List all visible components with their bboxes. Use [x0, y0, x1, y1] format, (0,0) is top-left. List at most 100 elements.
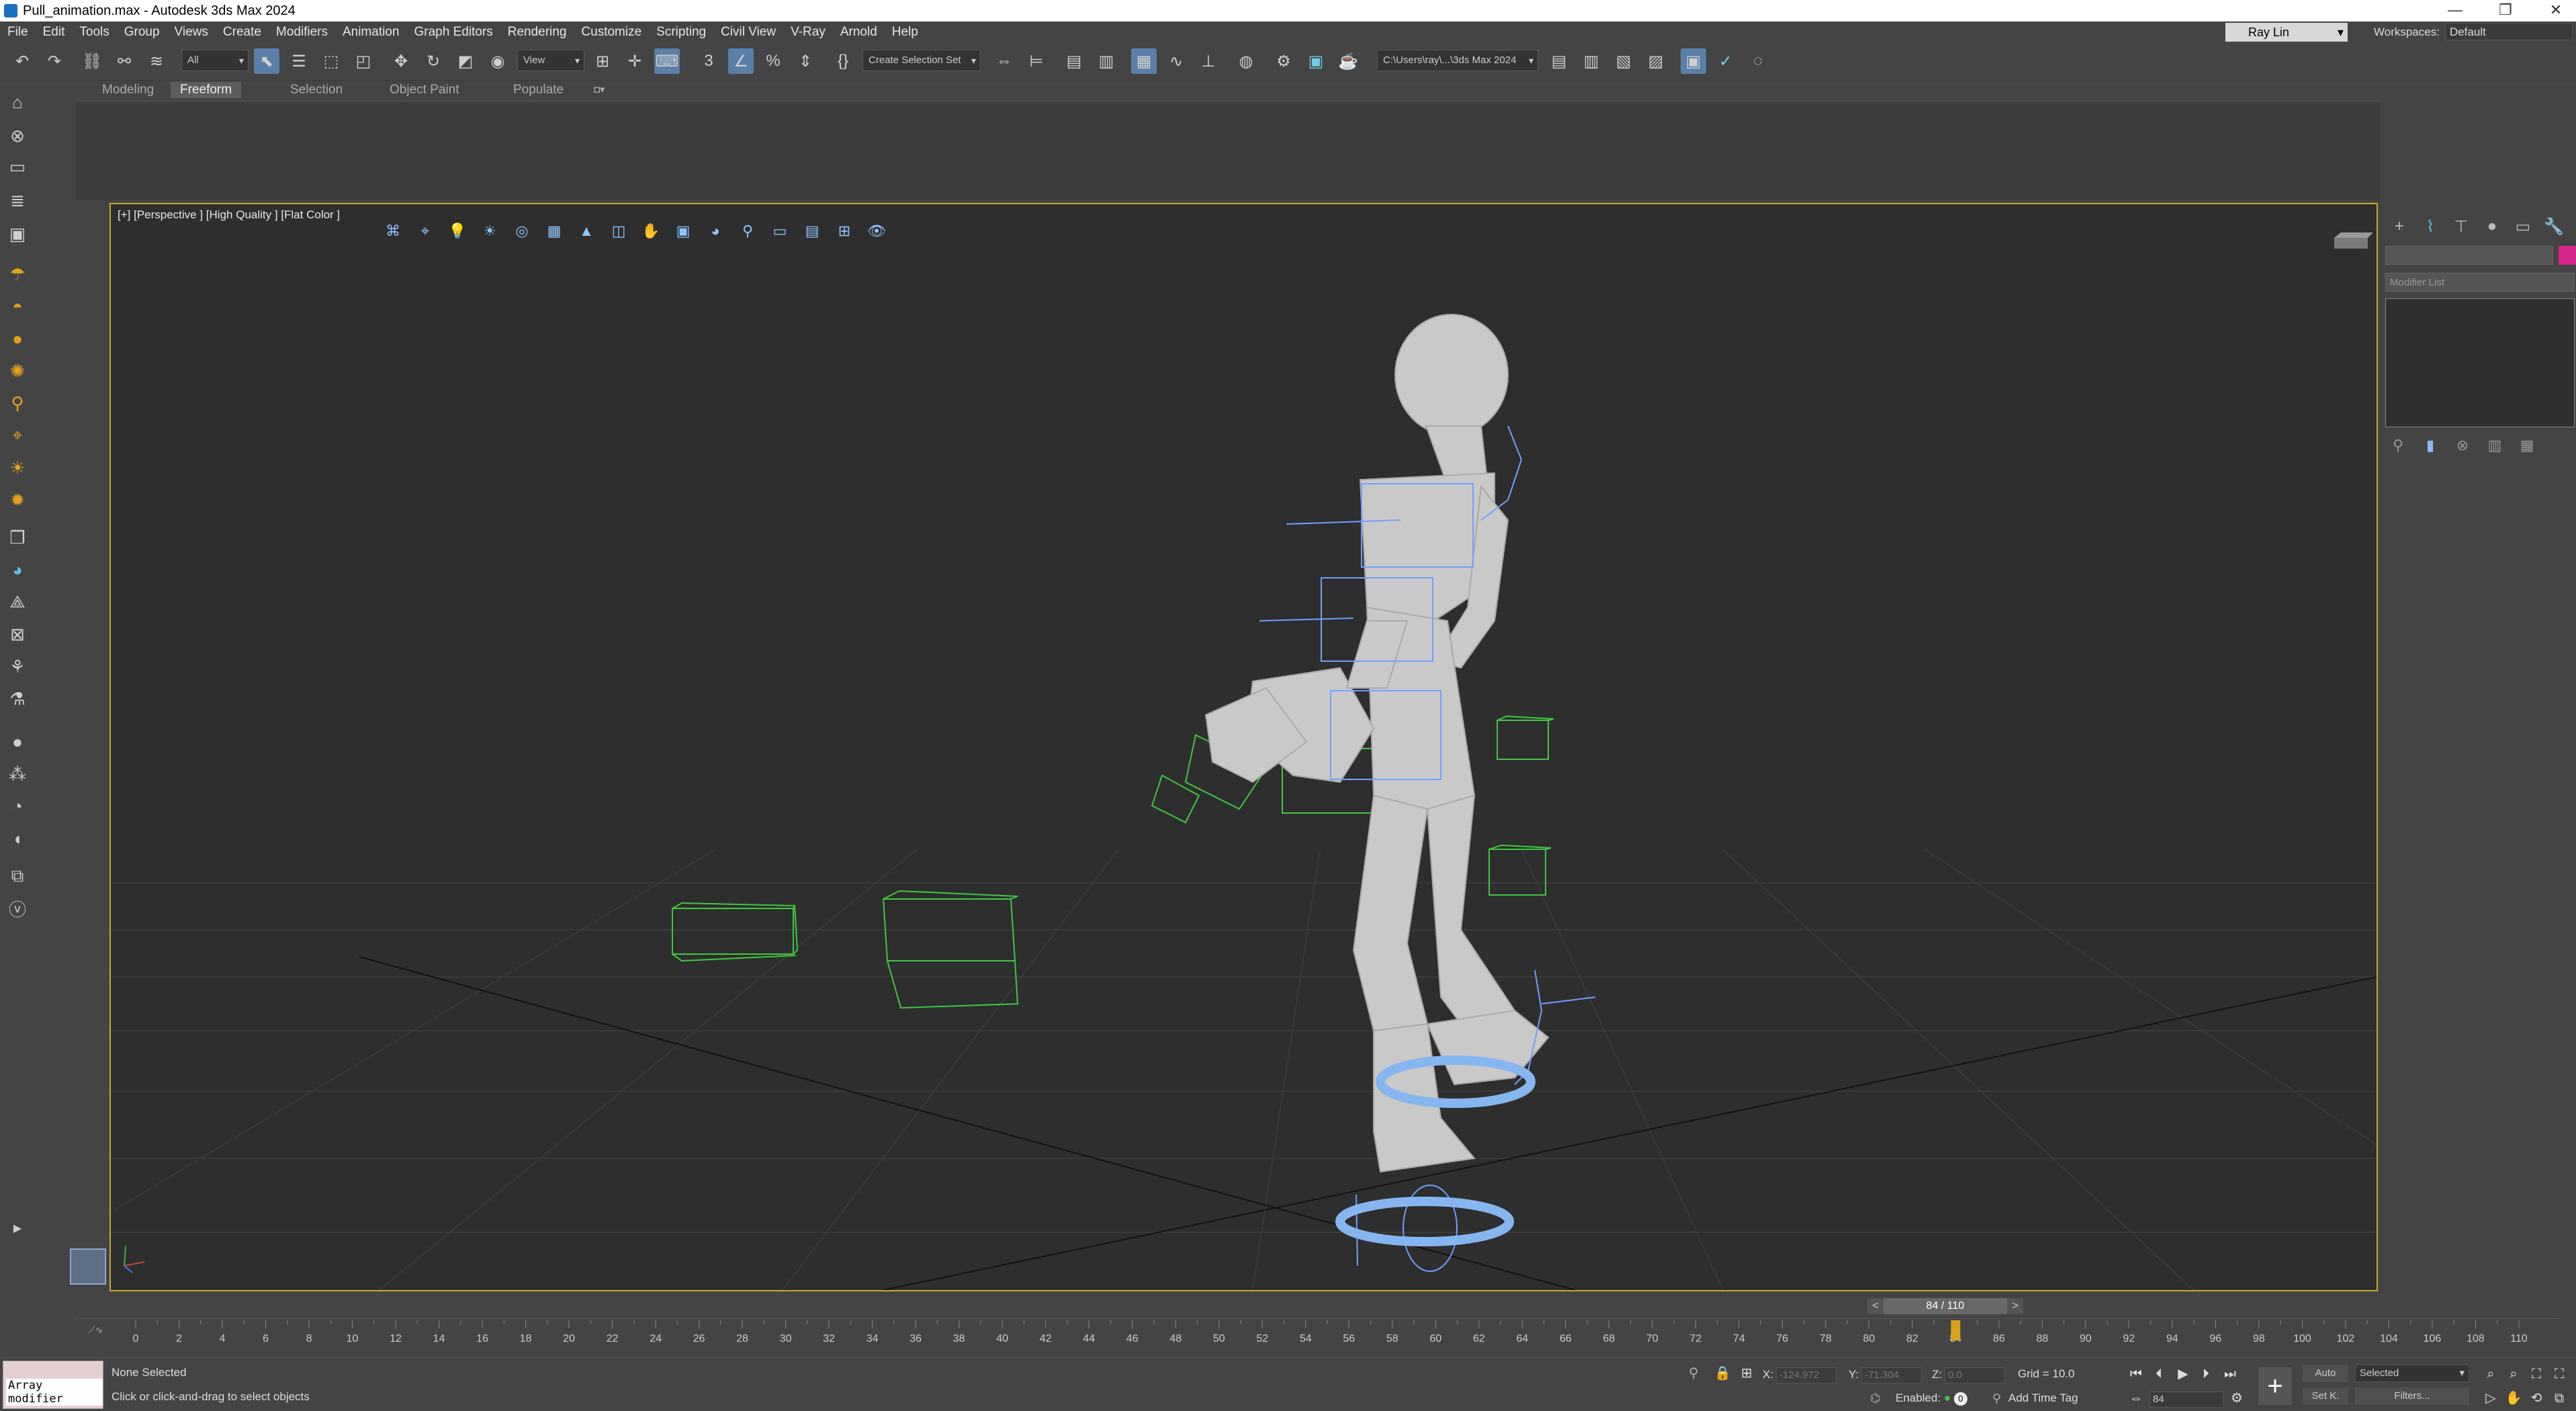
pin-stack-icon[interactable]: ⚲ [2387, 434, 2409, 457]
menu-create[interactable]: Create [216, 22, 269, 43]
light-icon[interactable]: ☂ [5, 262, 30, 286]
rotate-icon[interactable]: ↻ [420, 48, 446, 74]
current-frame-field[interactable]: 84 [2149, 1392, 2223, 1408]
tab-freeform[interactable]: Freeform [171, 82, 242, 98]
material-icon[interactable]: ● [5, 730, 30, 754]
hierarchy-tab-icon[interactable]: ⊤ [2450, 215, 2473, 238]
camera-icon[interactable]: ▣ [5, 222, 30, 246]
coord-y-field[interactable]: -71.304 [1861, 1367, 1922, 1383]
curve-editor-toggle-icon[interactable]: ⟋∿ [89, 1324, 103, 1336]
adaptive-degradation[interactable]: Enabled: ● 0 [1896, 1392, 1967, 1406]
toggle-ribbon-icon[interactable]: ▦ [1131, 48, 1157, 74]
add-time-tag[interactable]: Add Time Tag [2008, 1392, 2078, 1405]
undo-icon[interactable]: ↶ [9, 48, 35, 74]
curve-editor-icon[interactable]: ∿ [1163, 48, 1189, 74]
viewport-perspective[interactable]: [+] [Perspective ] [High Quality ] [Flat… [109, 203, 2378, 1291]
menu-tools[interactable]: Tools [72, 22, 116, 43]
viewport-label[interactable]: [+] [Perspective ] [High Quality ] [Flat… [118, 208, 340, 222]
modifier-stack[interactable] [2385, 298, 2575, 427]
tab-modeling[interactable]: Modeling [93, 82, 163, 98]
playhead[interactable] [1951, 1320, 1961, 1340]
lock-selection-icon[interactable]: 🔒 [1714, 1365, 1731, 1381]
vray-render-icon[interactable]: ▥ [1579, 48, 1604, 74]
viewport-eye-icon[interactable]: 👁 [863, 218, 890, 245]
schematic-view-icon[interactable]: ⊥ [1196, 48, 1221, 74]
tab-object-paint[interactable]: Object Paint [380, 82, 469, 98]
create-tab-icon[interactable]: + [2388, 215, 2411, 238]
menu-modifiers[interactable]: Modifiers [269, 22, 335, 43]
viewport-hand-icon[interactable]: ✋ [637, 218, 664, 245]
scale-icon[interactable]: ◩ [453, 48, 478, 74]
scene-explorer-icon[interactable]: ▤ [1061, 48, 1087, 74]
viewport-shading-icon[interactable]: ◎ [508, 218, 535, 245]
vray-mesh-icon[interactable]: ⊠ [5, 622, 30, 646]
key-filters-button[interactable]: Filters... [2355, 1387, 2469, 1405]
utilities-tab-icon[interactable]: 🔧 [2542, 215, 2565, 238]
maxscript-listener[interactable]: Array modifier [3, 1361, 103, 1409]
menu-edit[interactable]: Edit [36, 22, 73, 43]
time-tag-icon[interactable]: ⚲ [1992, 1392, 2001, 1406]
configure-modifier-sets-icon[interactable]: ▦ [2516, 434, 2538, 457]
viewport-grid-icon[interactable]: ▤ [799, 218, 826, 245]
set-key-mode-button[interactable]: Set K. [2303, 1387, 2348, 1405]
material-editor-icon[interactable]: ◍ [1233, 48, 1259, 74]
coord-z-field[interactable]: 0.0 [1945, 1367, 2006, 1383]
selection-filter-dropdown[interactable]: All [181, 50, 249, 71]
auto-key-button[interactable]: Auto [2303, 1365, 2348, 1382]
layers-icon[interactable]: ≣ [5, 188, 30, 212]
viewport-render-icon[interactable]: ▣ [670, 218, 697, 245]
viewport-map-icon[interactable]: ◕ [702, 218, 729, 245]
sun-icon[interactable]: ☀ [5, 456, 30, 480]
isolate-selection-icon[interactable]: ⚲ [1689, 1365, 1699, 1381]
next-frame-button[interactable]: > [2007, 1298, 2023, 1314]
show-end-result-icon[interactable]: ▮ [2419, 434, 2442, 457]
menu-civil-view[interactable]: Civil View [713, 22, 783, 43]
play-icon[interactable]: ▶ [2174, 1365, 2192, 1383]
viewport-layout-button[interactable] [70, 1248, 106, 1285]
viewport-camera-icon[interactable]: ⌖ [412, 218, 439, 245]
reference-coord-dropdown[interactable]: View [517, 50, 584, 71]
check-icon[interactable]: ✓ [1713, 48, 1738, 74]
viewport-layout-icon[interactable]: ⊞ [831, 218, 858, 245]
snaps-toggle-icon[interactable]: 3 [696, 48, 721, 74]
next-key-icon[interactable]: ⏵ [2196, 1365, 2215, 1383]
menu-graph-editors[interactable]: Graph Editors [407, 22, 500, 43]
viewport-safe-frame-icon[interactable]: ▭ [766, 218, 793, 245]
align-icon[interactable]: ⊨ [1024, 48, 1049, 74]
viewport-cone-icon[interactable]: ▲ [573, 218, 600, 245]
edit-named-selection-icon[interactable]: {} [830, 48, 856, 74]
omni-light-icon[interactable]: ⌖ [5, 423, 30, 447]
workspace-selector[interactable]: Workspaces: Default [2374, 22, 2573, 43]
orbit-icon[interactable]: ⟲ [2527, 1389, 2546, 1408]
move-icon[interactable]: ✥ [388, 48, 414, 74]
spinner-snap-icon[interactable]: ⇕ [793, 48, 818, 74]
menu-help[interactable]: Help [885, 22, 926, 43]
user-account-dropdown[interactable]: Ray Lin ▾ [2225, 23, 2348, 42]
vray-fur-icon[interactable]: ⟁ [5, 590, 30, 614]
display-icon[interactable]: ▭ [5, 155, 30, 179]
viewport-frame-icon[interactable]: ◫ [605, 218, 632, 245]
named-selection-set-dropdown[interactable]: Create Selection Set [862, 50, 981, 71]
vray-interactive-icon[interactable]: ▧ [1611, 48, 1636, 74]
spotlight-icon[interactable]: ◓ [5, 294, 30, 318]
previous-frame-button[interactable]: < [1867, 1298, 1883, 1314]
render-icon[interactable]: ◔ [5, 794, 30, 818]
vray-toolbar-misc-icon[interactable]: ⧉ [5, 864, 30, 888]
vray-plane-icon[interactable]: ⚘ [5, 654, 30, 679]
coord-x-field[interactable]: -124.972 [1776, 1367, 1837, 1383]
tea-icon[interactable]: ◖ [5, 826, 30, 851]
restore-icon[interactable]: ❐ [2485, 0, 2526, 22]
zoom-extents-icon[interactable]: ⛶ [2527, 1365, 2546, 1383]
menu-customize[interactable]: Customize [574, 22, 649, 43]
minimize-icon[interactable]: — [2435, 0, 2475, 22]
set-key-button[interactable]: + [2258, 1367, 2292, 1405]
menu-file[interactable]: File [0, 22, 36, 43]
tab-selection[interactable]: Selection [281, 82, 352, 98]
ribbon-options-icon[interactable]: ◘▾ [584, 82, 615, 98]
viewcube[interactable] [2334, 232, 2373, 249]
sky-icon[interactable]: ✹ [5, 488, 30, 512]
mirror-icon[interactable]: ⇔ [991, 48, 1017, 74]
vray-sphere-icon[interactable]: ◕ [5, 558, 30, 582]
maximize-toggle-icon[interactable]: ⧉ [2550, 1389, 2569, 1408]
key-filter-dropdown[interactable]: Selected ▾ [2355, 1365, 2469, 1382]
